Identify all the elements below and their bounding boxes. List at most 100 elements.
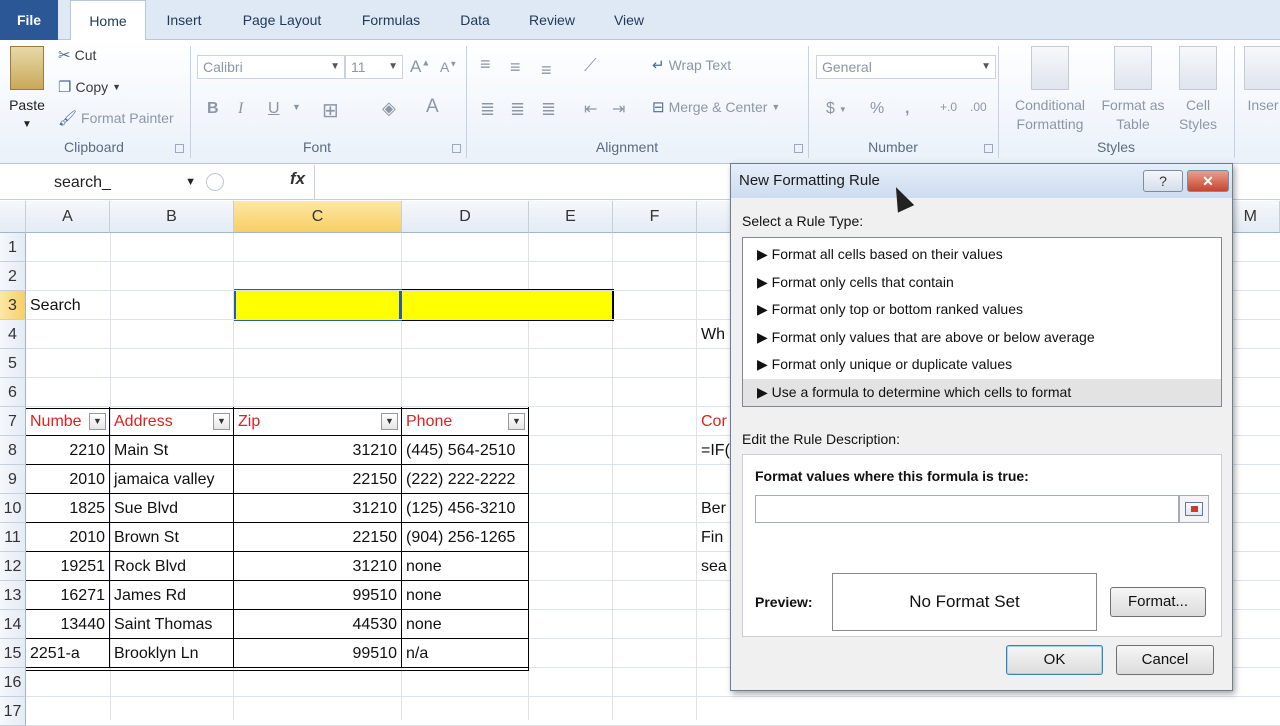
insert-cells-button[interactable]: Inser	[1238, 46, 1280, 115]
tab-view[interactable]: View	[600, 0, 658, 40]
rule-type-item[interactable]: ▶ Format only unique or duplicate values	[743, 351, 1221, 378]
row-header[interactable]: 13	[0, 581, 26, 610]
tab-data[interactable]: Data	[446, 0, 504, 40]
row-header[interactable]: 1	[0, 233, 26, 262]
table-cell[interactable]: none	[402, 552, 529, 581]
help-button[interactable]: ?	[1143, 170, 1183, 192]
tab-home[interactable]: Home	[70, 0, 146, 41]
align-bottom-icon[interactable]: ≡	[541, 60, 552, 81]
row-header[interactable]: 12	[0, 552, 26, 581]
name-box[interactable]: search_ ▼	[0, 169, 200, 196]
wrap-text-button[interactable]: ↵ Wrap Text	[652, 57, 731, 73]
row-header[interactable]: 16	[0, 668, 26, 697]
search-label-cell[interactable]: Search	[26, 291, 110, 320]
table-cell[interactable]: n/a	[402, 639, 529, 668]
align-left-icon[interactable]: ≣	[480, 99, 495, 120]
format-painter-button[interactable]: 🖌 Format Painter	[58, 110, 174, 126]
table-cell[interactable]: 22150	[234, 465, 402, 494]
row-header[interactable]: 15	[0, 639, 26, 668]
rule-type-item[interactable]: ▶ Format only top or bottom ranked value…	[743, 296, 1221, 323]
filter-dropdown-icon[interactable]: ▼	[381, 413, 398, 430]
table-cell[interactable]: (125) 456-3210	[402, 494, 529, 523]
font-color-icon[interactable]: A	[426, 96, 439, 118]
format-as-table-button[interactable]: Format as Table	[1100, 46, 1166, 134]
table-cell[interactable]: 2210	[26, 436, 110, 465]
row-header[interactable]: 3	[0, 291, 26, 320]
decrease-decimal-icon[interactable]: .00	[970, 100, 987, 114]
table-cell[interactable]: Main St	[110, 436, 234, 465]
number-format-combo[interactable]: General ▼	[816, 55, 996, 79]
select-all-corner[interactable]	[0, 201, 26, 233]
fill-color-icon[interactable]: ◈	[382, 98, 396, 119]
shrink-font-button[interactable]: A▼	[440, 59, 457, 75]
row-header[interactable]: 8	[0, 436, 26, 465]
rule-type-item[interactable]: ▶ Format only cells that contain	[743, 269, 1221, 296]
column-header-f[interactable]: F	[613, 201, 697, 233]
tab-insert[interactable]: Insert	[152, 0, 216, 40]
row-header[interactable]: 9	[0, 465, 26, 494]
table-header-cell[interactable]: Zip	[234, 407, 402, 436]
merge-center-button[interactable]: ⊟ Merge & Center ▼	[652, 99, 780, 115]
table-cell[interactable]: James Rd	[110, 581, 234, 610]
conditional-formatting-button[interactable]: Conditional Formatting	[1004, 46, 1096, 134]
increase-decimal-icon[interactable]: +.0	[940, 100, 957, 114]
table-cell[interactable]: Brooklyn Ln	[110, 639, 234, 668]
decrease-indent-icon[interactable]: ⇤	[584, 99, 597, 119]
table-cell[interactable]: Brown St	[110, 523, 234, 552]
table-cell[interactable]: 19251	[26, 552, 110, 581]
row-header[interactable]: 4	[0, 320, 26, 349]
font-name-combo[interactable]: Calibri ▼	[197, 55, 345, 79]
font-size-combo[interactable]: 11 ▼	[345, 55, 403, 79]
column-header-c[interactable]: C	[234, 201, 402, 233]
tab-file[interactable]: File	[0, 0, 58, 40]
align-middle-icon[interactable]: ≡	[510, 57, 521, 78]
row-header[interactable]: 5	[0, 349, 26, 378]
increase-indent-icon[interactable]: ⇥	[612, 99, 625, 119]
collapse-dialog-button[interactable]	[1179, 495, 1209, 523]
align-center-icon[interactable]: ≣	[510, 99, 525, 120]
filter-dropdown-icon[interactable]: ▼	[89, 413, 106, 430]
column-header-d[interactable]: D	[402, 201, 529, 233]
row-header[interactable]: 10	[0, 494, 26, 523]
orientation-icon[interactable]: ⟋	[584, 55, 597, 76]
dialog-launcher-icon[interactable]	[452, 144, 461, 153]
rule-type-item[interactable]: ▶ Use a formula to determine which cells…	[743, 378, 1221, 406]
dialog-title-bar[interactable]: New Formatting Rule ? ✕	[731, 164, 1232, 198]
row-header[interactable]: 2	[0, 262, 26, 291]
italic-button[interactable]: I	[238, 100, 243, 118]
paste-button[interactable]: Paste ▼	[4, 46, 50, 134]
grow-font-button[interactable]: A▲	[410, 57, 430, 77]
copy-button[interactable]: ❐ Copy ▼	[58, 79, 121, 95]
tab-page-layout[interactable]: Page Layout	[228, 0, 336, 40]
column-header-a[interactable]: A	[26, 201, 110, 233]
bold-button[interactable]: B	[207, 100, 219, 118]
percent-button[interactable]: %	[870, 100, 884, 118]
table-cell[interactable]: Rock Blvd	[110, 552, 234, 581]
align-right-icon[interactable]: ≣	[541, 99, 556, 120]
tab-review[interactable]: Review	[516, 0, 588, 40]
filter-dropdown-icon[interactable]: ▼	[508, 413, 525, 430]
dialog-launcher-icon[interactable]	[794, 144, 803, 153]
dialog-launcher-icon[interactable]	[984, 144, 993, 153]
row-header[interactable]: 14	[0, 610, 26, 639]
comma-button[interactable]: ,	[905, 100, 909, 118]
active-cell-c3[interactable]	[234, 289, 402, 321]
table-cell[interactable]: Saint Thomas	[110, 610, 234, 639]
table-cell[interactable]: (904) 256-1265	[402, 523, 529, 552]
rule-type-list[interactable]: ▶ Format all cells based on their values…	[742, 237, 1222, 407]
underline-button[interactable]: U	[268, 100, 280, 118]
close-button[interactable]: ✕	[1187, 170, 1229, 192]
insert-function-icon[interactable]: fx	[290, 169, 305, 189]
table-cell[interactable]: Sue Blvd	[110, 494, 234, 523]
table-cell[interactable]: (222) 222-2222	[402, 465, 529, 494]
table-cell[interactable]: 13440	[26, 610, 110, 639]
filter-dropdown-icon[interactable]: ▼	[213, 413, 230, 430]
currency-button[interactable]: $ ▼	[826, 100, 847, 118]
row-header[interactable]: 11	[0, 523, 26, 552]
table-cell[interactable]: 44530	[234, 610, 402, 639]
table-cell[interactable]: 99510	[234, 581, 402, 610]
align-top-icon[interactable]: ≡	[480, 54, 491, 75]
table-cell[interactable]: none	[402, 610, 529, 639]
table-cell[interactable]: (445) 564-2510	[402, 436, 529, 465]
table-cell[interactable]: 99510	[234, 639, 402, 668]
